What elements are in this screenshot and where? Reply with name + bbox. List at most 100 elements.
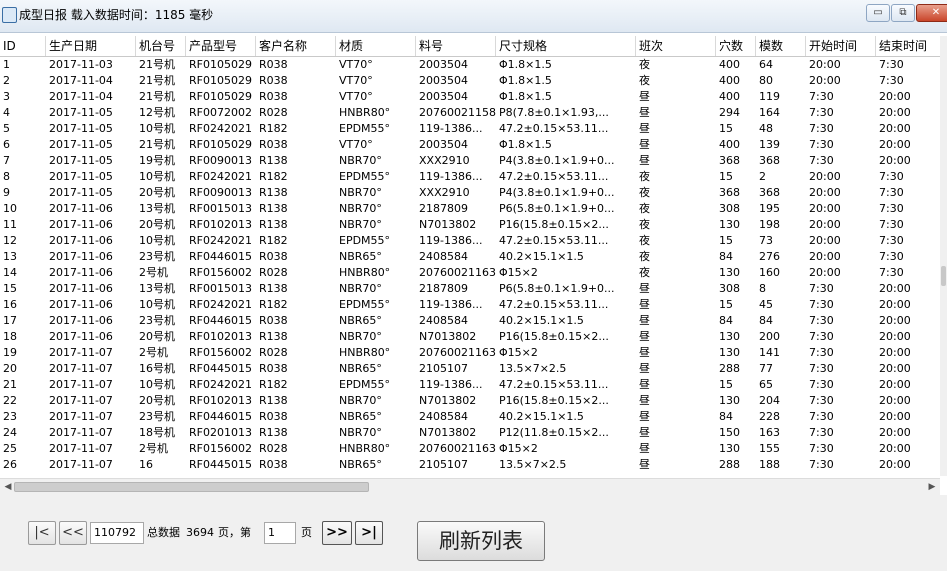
next-page-button[interactable]: >> [322, 521, 352, 545]
table-cell: 2号机 [139, 266, 168, 279]
table-cell: 11 [3, 218, 17, 231]
column-header[interactable]: 生产日期 [46, 36, 136, 56]
table-row[interactable]: 15 2017-11-06 13号机 RF0015013 R138 NBR70° 21878… [0, 281, 940, 297]
horizontal-scroll-thumb[interactable] [14, 482, 369, 492]
scroll-right-icon[interactable]: ▶ [924, 479, 940, 495]
table-cell: 20760021163 [419, 266, 496, 279]
table-row[interactable]: 9 2017-11-05 20号机 RF0090013 R138 NBR70° XXX291… [0, 185, 940, 201]
page-number-input[interactable]: 1 [264, 522, 296, 544]
column-header[interactable]: ID [0, 36, 46, 56]
table-row[interactable]: 25 2017-11-07 2号机 RF0156002 R028 HNBR80° 20760… [0, 441, 940, 457]
table-cell: 19 [3, 346, 17, 359]
table-row[interactable]: 8 2017-11-05 10号机 RF0242021 R182 EPDM55° 119-1… [0, 169, 940, 185]
table-cell: 21号机 [139, 138, 175, 151]
table-cell: NBR65° [339, 458, 382, 471]
vertical-scroll-thumb[interactable] [941, 266, 946, 286]
column-header[interactable]: 材质 [336, 36, 416, 56]
current-record-field[interactable]: 110792 [90, 522, 144, 544]
table-row[interactable]: 6 2017-11-05 21号机 RF0105029 R038 VT70° 2003504… [0, 137, 940, 153]
restore-button[interactable]: ⧉ [891, 4, 915, 22]
table-row[interactable]: 16 2017-11-06 10号机 RF0242021 R182 EPDM55° 119-… [0, 297, 940, 313]
table-row[interactable]: 17 2017-11-06 23号机 RF0446015 R038 NBR65° 24085… [0, 313, 940, 329]
table-row[interactable]: 3 2017-11-04 21号机 RF0105029 R038 VT70° 2003504… [0, 89, 940, 105]
table-row[interactable]: 7 2017-11-05 19号机 RF0090013 R138 NBR70° XXX291… [0, 153, 940, 169]
table-row[interactable]: 18 2017-11-06 20号机 RF0102013 R138 NBR70° N7013… [0, 329, 940, 345]
column-header[interactable]: 穴数 [716, 36, 756, 56]
table-cell: 2017-11-07 [49, 458, 113, 471]
table-cell: NBR70° [339, 394, 382, 407]
table-cell: 7:30 [879, 218, 904, 231]
close-button[interactable]: ✕ [916, 4, 947, 22]
table-cell: R182 [259, 122, 288, 135]
table-cell: 47.2±0.15×53.11... [499, 378, 609, 391]
minimize-button[interactable]: ▭ [866, 4, 890, 22]
table-row[interactable]: 5 2017-11-05 10号机 RF0242021 R182 EPDM55° 119-1… [0, 121, 940, 137]
table-cell: 10号机 [139, 170, 175, 183]
table-cell: RF0090013 [189, 186, 252, 199]
table-row[interactable]: 26 2017-11-07 16 RF0445015 R038 NBR65° 2105107… [0, 457, 940, 473]
table-cell: 2408584 [419, 314, 468, 327]
table-cell: 2017-11-06 [49, 330, 113, 343]
table-cell: 10号机 [139, 234, 175, 247]
prev-page-button[interactable]: << [59, 521, 87, 545]
table-cell: 25 [3, 442, 17, 455]
first-page-button[interactable]: |< [28, 521, 56, 545]
table-cell: 130 [719, 266, 740, 279]
table-row[interactable]: 14 2017-11-06 2号机 RF0156002 R028 HNBR80° 20760… [0, 265, 940, 281]
table-cell: 20:00 [879, 314, 911, 327]
table-row[interactable]: 21 2017-11-07 10号机 RF0242021 R182 EPDM55° 119-… [0, 377, 940, 393]
table-cell: 14 [3, 266, 17, 279]
column-header[interactable]: 尺寸规格 [496, 36, 636, 56]
table-cell: 20:00 [879, 298, 911, 311]
table-row[interactable]: 24 2017-11-07 18号机 RF0201013 R138 NBR70° N7013… [0, 425, 940, 441]
table-cell: 2017-11-05 [49, 106, 113, 119]
table-cell: P4(3.8±0.1×1.9+0... [499, 154, 615, 167]
table-cell: 2017-11-06 [49, 282, 113, 295]
table-row[interactable]: 22 2017-11-07 20号机 RF0102013 R138 NBR70° N7013… [0, 393, 940, 409]
table-row[interactable]: 1 2017-11-03 21号机 RF0105029 R038 VT70° 2003504… [0, 57, 940, 73]
table-row[interactable]: 2 2017-11-04 21号机 RF0105029 R038 VT70° 2003504… [0, 73, 940, 89]
table-cell: 3 [3, 90, 10, 103]
last-page-button[interactable]: >| [355, 521, 383, 545]
table-row[interactable]: 13 2017-11-06 23号机 RF0446015 R038 NBR65° 24085… [0, 249, 940, 265]
data-grid[interactable]: ID 生产日期 机台号 产品型号 客户名称 材质 料号 尺寸规格 班次 穴数 模数 开始时间 结束时间 … [0, 36, 947, 476]
table-cell: 47.2±0.15×53.11... [499, 234, 609, 247]
table-cell: 20号机 [139, 394, 175, 407]
table-cell: P6(5.8±0.1×1.9+0... [499, 202, 615, 215]
table-cell: RF0105029 [189, 90, 252, 103]
vertical-scrollbar[interactable] [940, 36, 947, 476]
table-row[interactable]: 4 2017-11-05 12号机 RF0072002 R028 HNBR80° 20760… [0, 105, 940, 121]
table-row[interactable]: 20 2017-11-07 16号机 RF0445015 R038 NBR65° 21051… [0, 361, 940, 377]
column-header[interactable]: 机台号 [136, 36, 186, 56]
table-cell: 119 [759, 90, 780, 103]
table-cell: 20:00 [809, 170, 841, 183]
column-header[interactable]: 开始时间 [806, 36, 876, 56]
table-cell: NBR65° [339, 410, 382, 423]
table-cell: 20:00 [809, 74, 841, 87]
column-header[interactable]: 结束时间 [876, 36, 947, 56]
table-cell: 夜 [639, 234, 650, 247]
column-header[interactable]: 班次 [636, 36, 716, 56]
column-header[interactable]: 料号 [416, 36, 496, 56]
table-cell: 昼 [639, 106, 650, 119]
column-header[interactable]: 产品型号 [186, 36, 256, 56]
table-cell: R038 [259, 90, 288, 103]
horizontal-scrollbar[interactable]: ◀ ▶ [0, 478, 940, 495]
table-cell: 2017-11-03 [49, 58, 113, 71]
table-row[interactable]: 12 2017-11-06 10号机 RF0242021 R182 EPDM55° 119-… [0, 233, 940, 249]
table-cell: 20:00 [809, 186, 841, 199]
table-row[interactable]: 10 2017-11-06 13号机 RF0015013 R138 NBR70° 21878… [0, 201, 940, 217]
column-header[interactable]: 客户名称 [256, 36, 336, 56]
table-row[interactable]: 19 2017-11-07 2号机 RF0156002 R028 HNBR80° 20760… [0, 345, 940, 361]
table-cell: 18号机 [139, 426, 175, 439]
table-cell: RF0242021 [189, 234, 252, 247]
table-row[interactable]: 11 2017-11-06 20号机 RF0102013 R138 NBR70° N7013… [0, 217, 940, 233]
table-cell: 368 [759, 154, 780, 167]
table-cell: RF0242021 [189, 122, 252, 135]
refresh-list-button[interactable]: 刷新列表 [417, 521, 545, 561]
column-header[interactable]: 模数 [756, 36, 806, 56]
table-cell: R182 [259, 378, 288, 391]
table-row[interactable]: 23 2017-11-07 23号机 RF0446015 R038 NBR65° 24085… [0, 409, 940, 425]
table-cell: RF0105029 [189, 74, 252, 87]
table-cell: VT70° [339, 90, 373, 103]
